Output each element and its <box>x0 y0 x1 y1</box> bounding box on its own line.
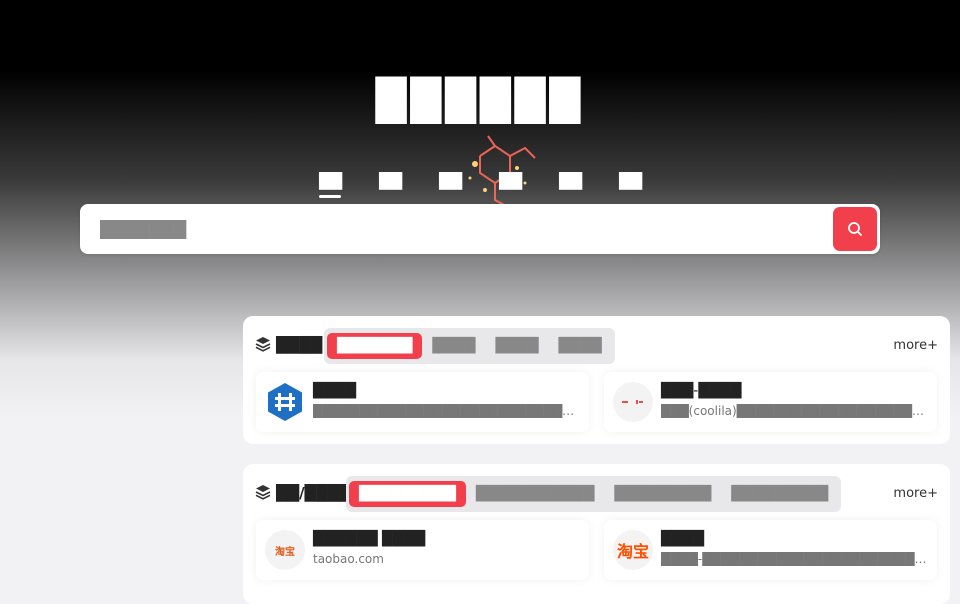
tab-1[interactable]: ██ <box>377 170 403 198</box>
site-description: ████████████████████████████████████████… <box>313 404 579 418</box>
subtab[interactable]: ███████████ <box>466 481 604 507</box>
layers-icon <box>255 337 271 352</box>
tab-2[interactable]: ██ <box>437 170 463 198</box>
blue-hexagon-logo <box>265 382 305 422</box>
site-name: ██████ ████ <box>313 531 426 547</box>
search-category-tabs: ██ ██ ██ ██ ██ ██ <box>0 170 960 198</box>
site-card[interactable]: ███-████ ███(coolila)███████████████████… <box>604 372 937 432</box>
layers-icon <box>255 485 271 500</box>
section-title: ████ <box>276 336 323 354</box>
more-link[interactable]: more+ <box>893 486 938 501</box>
tab-0[interactable]: ██ <box>317 170 343 198</box>
search-icon <box>848 222 862 236</box>
section-title: ██/████ <box>276 484 351 502</box>
section-card: ████ ███████ ████ ████ ████ more+ ████ █… <box>243 316 950 444</box>
subtab[interactable]: ████ <box>549 333 612 359</box>
subtab[interactable]: █████████ <box>721 481 838 507</box>
tab-4[interactable]: ██ <box>557 170 583 198</box>
site-description: ███(coolila)████████████████████████████… <box>661 404 927 418</box>
site-name: ████ <box>313 383 357 399</box>
site-card[interactable]: 淘宝 ████ ████-███████████████████████████… <box>604 520 937 580</box>
tab-3[interactable]: ██ <box>497 170 523 198</box>
site-title: ██████ <box>375 78 585 124</box>
tab-5[interactable]: ██ <box>617 170 643 198</box>
taobao-orange-logo: 淘宝 <box>613 530 653 570</box>
more-link[interactable]: more+ <box>893 338 938 353</box>
taobao-logo: 淘宝 <box>265 530 305 570</box>
section-header: ██/████ █████████ ███████████ █████████ … <box>255 476 938 512</box>
subtab[interactable]: █████████ <box>604 481 721 507</box>
site-name: ████ <box>661 531 705 547</box>
subtab[interactable]: ███████ <box>327 333 423 359</box>
section-header: ████ ███████ ████ ████ ████ more+ <box>255 328 938 364</box>
site-card[interactable]: ████ ███████████████████████████████████… <box>256 372 589 432</box>
site-card[interactable]: 淘宝 ██████ ████ taobao.com <box>256 520 589 580</box>
section-subtabs: ███████ ████ ████ ████ <box>324 328 615 364</box>
search-input[interactable] <box>80 204 820 254</box>
site-description: ████-████████████████████████████ <box>661 552 927 566</box>
subtab[interactable]: ████ <box>485 333 548 359</box>
section-card: ██/████ █████████ ███████████ █████████ … <box>243 464 950 604</box>
section-subtabs: █████████ ███████████ █████████ ████████… <box>346 476 842 512</box>
subtab[interactable]: ████ <box>422 333 485 359</box>
search-box <box>80 204 880 254</box>
site-description: taobao.com <box>313 552 384 566</box>
site-name: ███-████ <box>661 383 742 399</box>
search-button[interactable] <box>833 207 877 251</box>
subtab[interactable]: █████████ <box>349 481 466 507</box>
taobao-logo-text: 淘宝 <box>616 542 649 561</box>
taobao-logo-text: 淘宝 <box>275 546 295 558</box>
red-text-logo <box>613 382 653 422</box>
